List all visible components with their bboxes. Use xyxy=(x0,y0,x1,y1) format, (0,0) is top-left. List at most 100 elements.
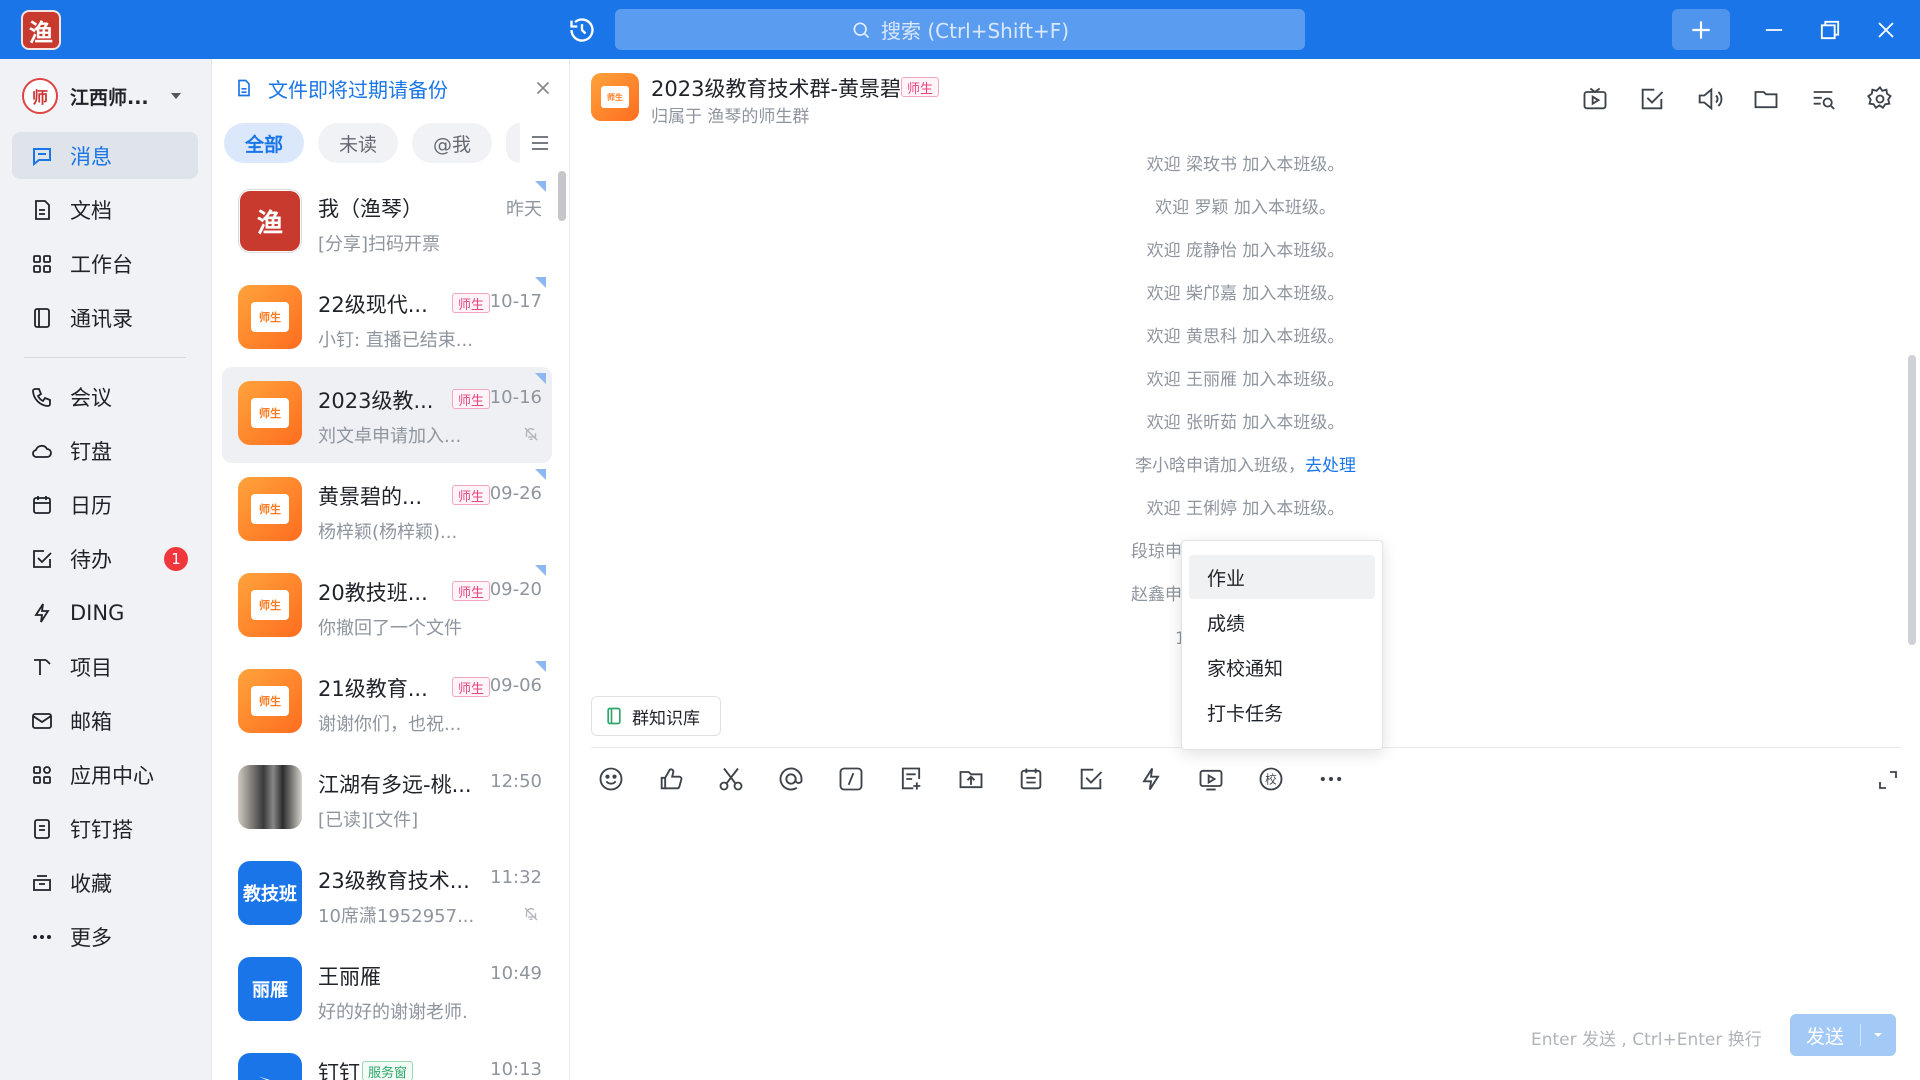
search-history-icon[interactable] xyxy=(1809,85,1837,113)
mail-icon xyxy=(30,709,54,733)
close-window-icon[interactable] xyxy=(1872,16,1900,44)
app-logo[interactable]: 渔 xyxy=(21,10,61,50)
history-icon[interactable] xyxy=(568,16,596,44)
nav-item-messages[interactable]: 消息 xyxy=(12,132,198,179)
todo-check-icon[interactable] xyxy=(1638,85,1666,113)
nav-item-builder[interactable]: 钉钉搭 xyxy=(12,805,198,852)
more-tools-icon[interactable] xyxy=(1317,765,1345,793)
nav-item-more[interactable]: 更多 xyxy=(12,913,198,960)
chat-avatar: 师生 xyxy=(591,73,639,121)
calendar-icon xyxy=(30,493,54,517)
nav-item-contacts[interactable]: 通讯录 xyxy=(12,294,198,341)
group-knowledge-button[interactable]: 群知识库 xyxy=(591,696,721,736)
announcement-icon[interactable] xyxy=(1695,85,1723,113)
conversation-item[interactable]: 教技班 23级教育技术... 11:32 10席潇1952957... xyxy=(222,847,552,943)
corner-mark xyxy=(535,661,546,672)
conversation-item[interactable]: 师生 21级教育... 师生 09-06 谢谢你们，也祝... xyxy=(222,655,552,751)
avatar: 丽雁 xyxy=(238,957,302,1021)
folder-icon[interactable] xyxy=(1752,85,1780,113)
conversation-item[interactable]: 丽雁 王丽雁 10:49 好的好的谢谢老师. xyxy=(222,943,552,1039)
conversation-title: 江湖有多远-桃... xyxy=(318,773,472,797)
conversation-preview: 小钉: 直播已结束... xyxy=(318,330,473,351)
minimize-icon[interactable] xyxy=(1760,16,1788,44)
avatar: 师生 xyxy=(238,381,302,445)
conversation-item[interactable]: 师生 黄景碧的... 师生 09-26 杨梓颖(杨梓颖)... xyxy=(222,463,552,559)
avatar: 师生 xyxy=(238,669,302,733)
mention-icon[interactable] xyxy=(777,765,805,793)
filter-menu-icon[interactable] xyxy=(528,131,552,155)
plus-icon xyxy=(1688,17,1714,43)
filter-tab-mentions[interactable]: @我 xyxy=(412,123,492,163)
system-message: 李小晗申请加入班级，去处理 xyxy=(571,451,1920,476)
conversation-item[interactable]: 师生 20教技班... 师生 09-20 你撤回了一个文件 xyxy=(222,559,552,655)
unread-badge: 1 xyxy=(164,547,188,571)
conversation-time: 09-06 xyxy=(489,675,542,696)
restore-icon[interactable] xyxy=(1816,16,1844,44)
conversation-item[interactable]: 师生 22级现代... 师生 10-17 小钉: 直播已结束... xyxy=(222,271,552,367)
process-link[interactable]: 去处理 xyxy=(1305,456,1356,476)
upload-folder-icon[interactable] xyxy=(957,765,985,793)
form-icon[interactable] xyxy=(897,765,925,793)
nav-item-meeting[interactable]: 会议 xyxy=(12,373,198,420)
slash-command-icon[interactable] xyxy=(837,765,865,793)
schedule-icon[interactable] xyxy=(1017,765,1045,793)
nav-item-workbench[interactable]: 工作台 xyxy=(12,240,198,287)
thumbs-up-icon[interactable] xyxy=(657,765,685,793)
nav-item-favorites[interactable]: 收藏 xyxy=(12,859,198,906)
book-icon: 师生 xyxy=(601,86,629,108)
conversation-item[interactable]: 渔 我（渔琴） 昨天 [分享]扫码开票 xyxy=(222,175,552,271)
menu-item-grades[interactable]: 成绩 xyxy=(1189,600,1375,644)
menu-item-home-school-notice[interactable]: 家校通知 xyxy=(1189,645,1375,689)
org-switcher[interactable]: 师 江西师... xyxy=(22,76,192,116)
conversation-title: 2023级教... xyxy=(318,389,434,413)
emoji-icon[interactable] xyxy=(597,765,625,793)
nav-item-calendar[interactable]: 日历 xyxy=(12,481,198,528)
filter-tab-all[interactable]: 全部 xyxy=(224,123,304,163)
conversation-title: 钉钉 xyxy=(318,1061,360,1080)
nav-item-mail[interactable]: 邮箱 xyxy=(12,697,198,744)
live-icon[interactable] xyxy=(1581,85,1609,113)
expand-icon[interactable] xyxy=(1876,768,1900,792)
search-input[interactable]: 搜索 (Ctrl+Shift+F) xyxy=(615,9,1305,50)
system-message: 欢迎 罗颖 加入本班级。 xyxy=(1155,198,1336,218)
live-stream-icon[interactable] xyxy=(1197,765,1225,793)
scissors-icon[interactable] xyxy=(717,765,745,793)
nav-item-project[interactable]: 项目 xyxy=(12,643,198,690)
close-icon[interactable] xyxy=(532,77,554,99)
nav-item-docs[interactable]: 文档 xyxy=(12,186,198,233)
conversation-item[interactable]: 江湖有多远-桃... 12:50 [已读][文件] xyxy=(222,751,552,847)
conversation-preview: 刘文卓申请加入... xyxy=(318,426,462,447)
school-tools-menu: 作业 成绩 家校通知 打卡任务 xyxy=(1181,540,1383,750)
add-button[interactable] xyxy=(1672,9,1730,50)
filter-tab-unread[interactable]: 未读 xyxy=(318,123,398,163)
menu-item-checkin-task[interactable]: 打卡任务 xyxy=(1189,690,1375,734)
expiry-notice[interactable]: 文件即将过期请备份 xyxy=(234,73,554,103)
phone-icon xyxy=(30,385,54,409)
ding-lightning-icon[interactable] xyxy=(1137,765,1165,793)
nav-item-ding[interactable]: DING xyxy=(12,589,198,636)
school-icon[interactable]: 校 xyxy=(1257,765,1285,793)
conversation-title: 22级现代... xyxy=(318,293,428,317)
nav-label: 应用中心 xyxy=(70,763,154,788)
task-check-icon[interactable] xyxy=(1077,765,1105,793)
system-message: 欢迎 柴邝嘉 加入本班级。 xyxy=(1146,284,1345,304)
send-button[interactable]: 发送 xyxy=(1790,1014,1896,1056)
builder-icon xyxy=(30,817,54,841)
conversation-item[interactable]: 钉钉 服务窗 10:13 xyxy=(222,1039,552,1080)
system-message: 欢迎 黄思科 加入本班级。 xyxy=(1146,327,1345,347)
list-scrollbar[interactable] xyxy=(558,171,566,221)
nav-item-todo[interactable]: 待办 1 xyxy=(12,535,198,582)
nav-item-drive[interactable]: 钉盘 xyxy=(12,427,198,474)
filter-tab-overflow[interactable] xyxy=(506,123,520,163)
settings-gear-icon[interactable] xyxy=(1866,85,1894,113)
conversation-item-active[interactable]: 师生 2023级教... 师生 10-16 刘文卓申请加入... xyxy=(222,367,552,463)
conversation-title: 王丽雁 xyxy=(318,965,381,989)
conversation-title: 21级教育... xyxy=(318,677,428,701)
chat-title[interactable]: 2023级教育技术群-黄景碧 xyxy=(651,73,901,103)
nav-label: 文档 xyxy=(70,198,112,223)
chat-scrollbar[interactable] xyxy=(1908,355,1916,645)
send-options-icon[interactable] xyxy=(1861,1029,1895,1041)
contacts-icon xyxy=(30,306,54,330)
menu-item-homework[interactable]: 作业 xyxy=(1189,555,1375,599)
nav-item-apps[interactable]: 应用中心 xyxy=(12,751,198,798)
